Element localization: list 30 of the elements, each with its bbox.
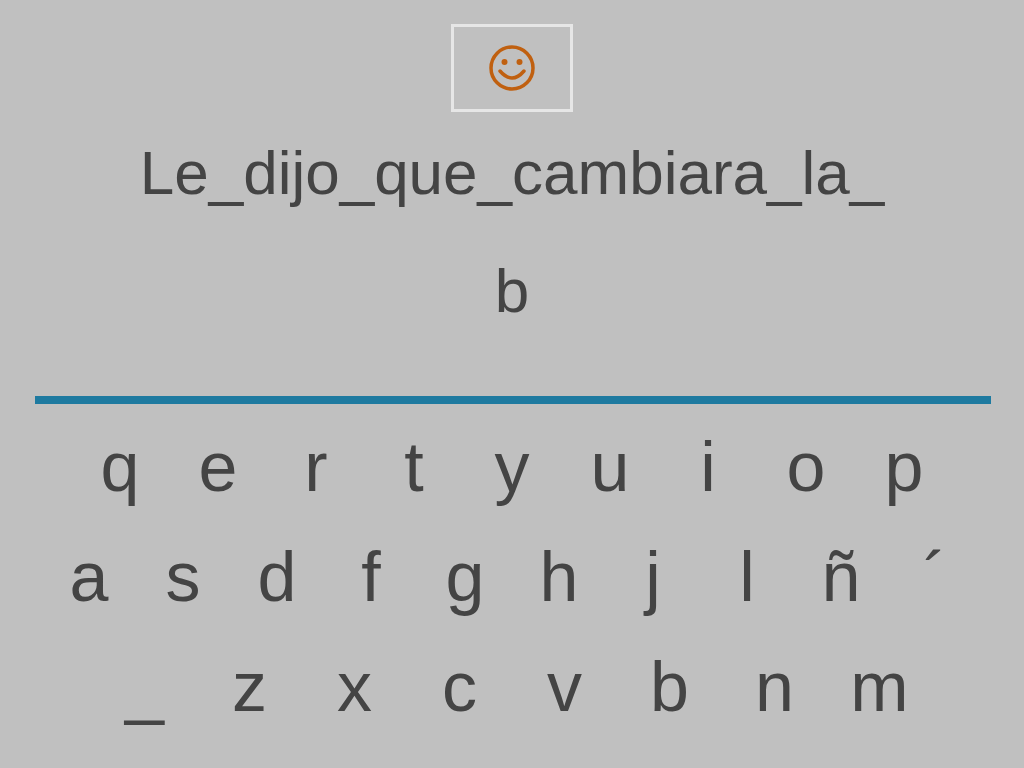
key-button[interactable]: ´ xyxy=(888,522,982,632)
key-button[interactable]: c xyxy=(407,632,512,742)
smiley-button[interactable] xyxy=(451,24,573,112)
key-button[interactable]: h xyxy=(512,522,606,632)
key-button[interactable]: x xyxy=(302,632,407,742)
key-button[interactable]: u xyxy=(561,412,659,522)
key-button[interactable]: j xyxy=(606,522,700,632)
key-button[interactable]: a xyxy=(42,522,136,632)
key-button[interactable]: q xyxy=(71,412,169,522)
key-button[interactable]: m xyxy=(827,632,932,742)
key-button[interactable]: b xyxy=(617,632,722,742)
key-button[interactable]: s xyxy=(136,522,230,632)
key-button[interactable]: n xyxy=(722,632,827,742)
key-button[interactable]: g xyxy=(418,522,512,632)
key-button[interactable]: o xyxy=(757,412,855,522)
key-button[interactable]: i xyxy=(659,412,757,522)
key-button[interactable]: l xyxy=(700,522,794,632)
key-button[interactable]: p xyxy=(855,412,953,522)
answer-text: b xyxy=(494,256,530,325)
key-button[interactable]: r xyxy=(267,412,365,522)
smiley-icon xyxy=(487,43,537,93)
key-button[interactable]: t xyxy=(365,412,463,522)
key-button[interactable]: y xyxy=(463,412,561,522)
key-button[interactable]: f xyxy=(324,522,418,632)
key-button[interactable]: ñ xyxy=(794,522,888,632)
key-button[interactable]: v xyxy=(512,632,617,742)
key-button[interactable]: e xyxy=(169,412,267,522)
key-button[interactable]: _ xyxy=(92,632,197,742)
key-button[interactable]: z xyxy=(197,632,302,742)
key-button[interactable]: d xyxy=(230,522,324,632)
